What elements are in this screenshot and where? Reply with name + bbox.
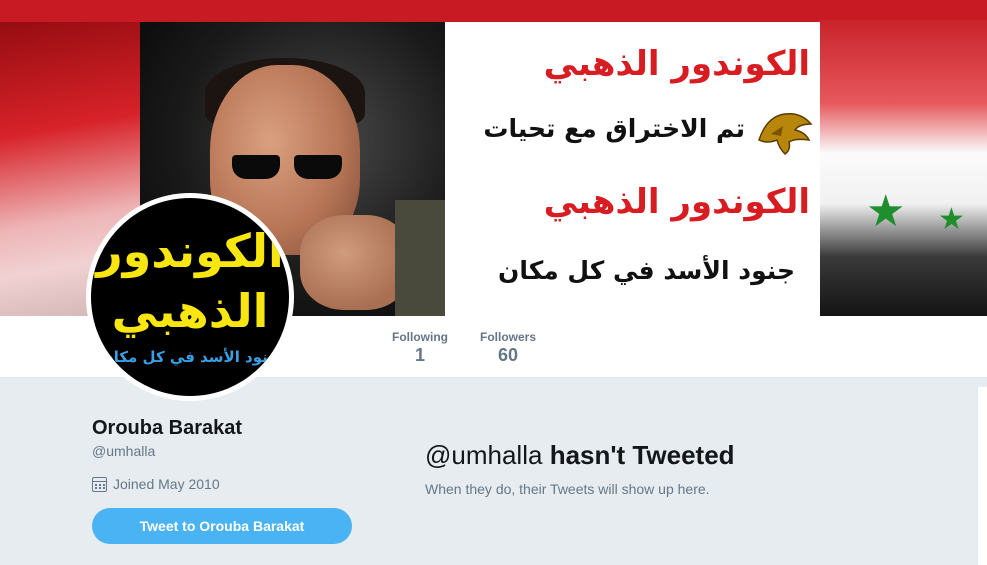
banner-text-panel: الكوندور الذهبي تم الاختراق مع تحيات الك… — [445, 22, 820, 316]
flag-star-icon: ★ — [866, 187, 906, 236]
photo-uniform — [395, 200, 445, 316]
following-count: 1 — [414, 345, 425, 365]
following-label: Following — [392, 330, 448, 344]
avatar-line-1: الكوندور — [96, 224, 284, 278]
avatar-line-3: جنود الأسد في كل مكان — [100, 348, 280, 366]
photo-hand — [300, 215, 410, 310]
flag-top-strip — [0, 0, 987, 22]
eagle-emblem-icon — [758, 112, 813, 155]
profile-name[interactable]: Orouba Barakat — [92, 417, 242, 440]
syrian-flag: ★ ★ — [818, 20, 987, 316]
avatar[interactable]: الكوندور الذهبي جنود الأسد في كل مكان — [86, 193, 294, 401]
sunglasses — [232, 155, 344, 181]
empty-title: @umhalla hasn't Tweeted — [425, 440, 925, 471]
followers-stat[interactable]: Followers 60 — [480, 330, 536, 366]
avatar-image: الكوندور الذهبي جنود الأسد في كل مكان — [91, 198, 289, 396]
tweet-to-button[interactable]: Tweet to Orouba Barakat — [92, 508, 352, 544]
banner-title-1: الكوندور الذهبي — [543, 44, 810, 84]
joined-date: Joined May 2010 — [92, 476, 220, 492]
profile-page: ★ ★ الكوندور الذهبي تم الاختراق مع تحيات… — [0, 0, 987, 565]
followers-label: Followers — [480, 330, 537, 344]
empty-subtitle: When they do, their Tweets will show up … — [425, 481, 710, 497]
profile-handle[interactable]: @umhalla — [92, 443, 155, 459]
timeline-empty-state: @umhalla hasn't Tweeted When they do, th… — [425, 440, 925, 497]
empty-handle: @umhalla — [425, 440, 543, 470]
right-sidebar-edge — [977, 387, 987, 565]
joined-text: Joined May 2010 — [113, 476, 220, 492]
flag-star-icon: ★ — [938, 203, 965, 236]
followers-count: 60 — [497, 345, 519, 365]
avatar-line-2: الذهبي — [111, 284, 269, 338]
following-stat[interactable]: Following 1 — [392, 330, 448, 366]
banner-title-3: الكوندور الذهبي — [543, 182, 810, 222]
empty-title-text: hasn't Tweeted — [549, 440, 735, 470]
calendar-icon — [92, 476, 107, 492]
banner-line-4: جنود الأسد في كل مكان — [497, 256, 795, 285]
